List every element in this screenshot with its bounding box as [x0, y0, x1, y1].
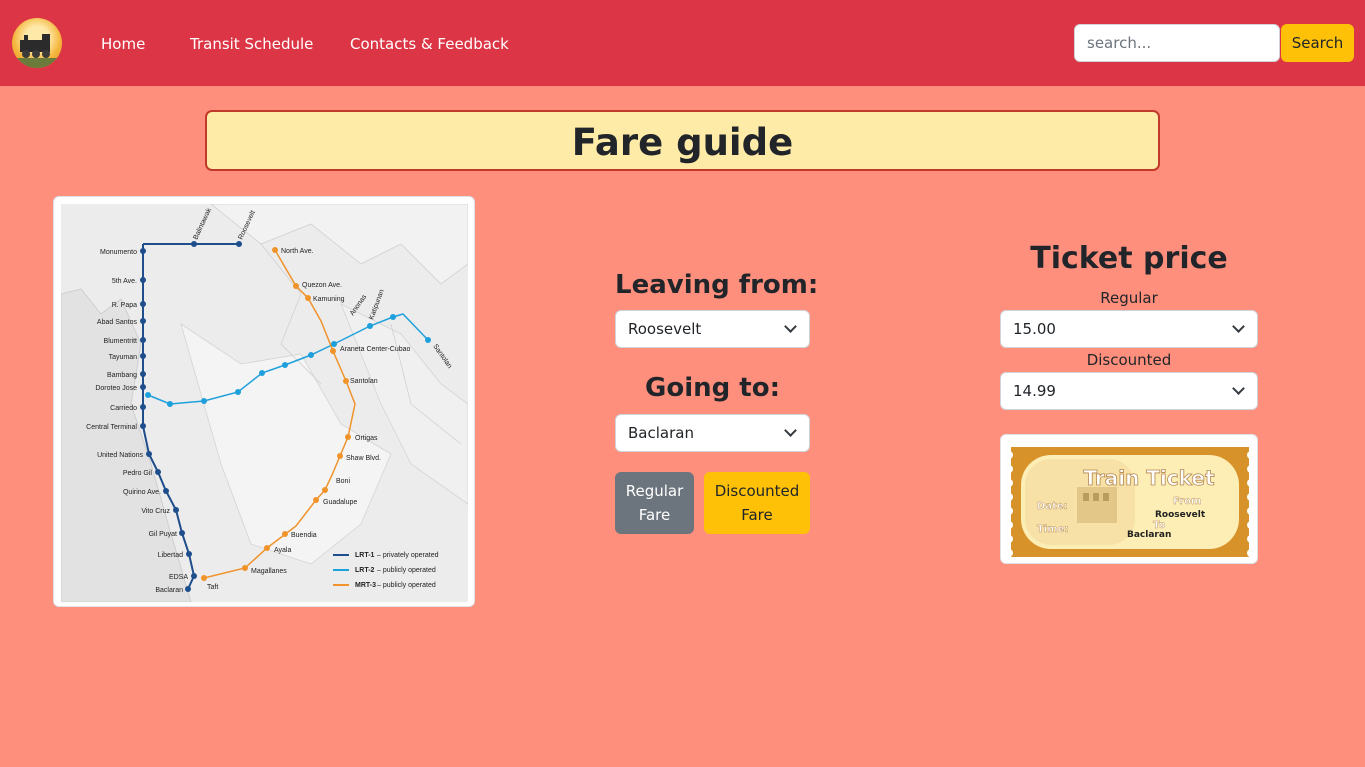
map-label: Taft: [207, 584, 218, 591]
ticket-price-heading: Ticket price: [1030, 241, 1228, 276]
map-label: United Nations: [97, 452, 143, 459]
navbar: Home Transit Schedule Contacts & Feedbac…: [0, 0, 1365, 86]
search-input[interactable]: [1074, 24, 1280, 62]
map-label: Boni: [336, 478, 350, 485]
train-ticket-image: Train Ticket Date: Time: From Roosevelt …: [1007, 447, 1253, 557]
map-label: Baclaran: [155, 587, 183, 594]
train-logo-icon[interactable]: [12, 18, 62, 68]
chevron-down-icon: [1232, 320, 1245, 333]
map-label: Magallanes: [251, 568, 287, 575]
page-title: Fare guide: [571, 121, 794, 164]
regular-price-value: 15.00: [1013, 320, 1056, 338]
search-button[interactable]: Search: [1281, 24, 1354, 62]
map-label: Libertad: [158, 552, 183, 559]
ticket-from-value: Roosevelt: [1155, 510, 1206, 520]
leaving-from-value: Roosevelt: [628, 320, 702, 338]
map-label: Buendia: [291, 532, 317, 539]
map-label: Kamuning: [313, 296, 345, 303]
going-to-select[interactable]: Baclaran: [615, 414, 810, 452]
svg-text:– privately operated: – privately operated: [377, 552, 439, 559]
map-label: Guadalupe: [323, 499, 357, 506]
svg-text:MRT-3: MRT-3: [355, 582, 376, 589]
map-label: Ayala: [274, 547, 291, 554]
ticket-from-label: From: [1173, 496, 1201, 507]
map-label: Doroteo Jose: [95, 385, 137, 392]
regular-price-select[interactable]: 15.00: [1000, 310, 1258, 348]
ticket-time-label: Time:: [1037, 524, 1068, 535]
map-label: Quirino Ave.: [123, 489, 161, 496]
discounted-fare-button[interactable]: Discounted Fare: [704, 472, 810, 534]
chevron-down-icon: [784, 424, 797, 437]
nav-contacts-feedback-link[interactable]: Contacts & Feedback: [350, 34, 509, 54]
map-label: Monumento: [100, 249, 137, 256]
regular-label: Regular: [1100, 289, 1158, 307]
regular-fare-button[interactable]: Regular Fare: [615, 472, 694, 534]
map-label: Quezon Ave.: [302, 282, 342, 289]
map-label: Shaw Blvd.: [346, 455, 381, 462]
nav-transit-schedule-link[interactable]: Transit Schedule: [190, 34, 313, 54]
svg-text:LRT-2: LRT-2: [355, 567, 375, 574]
map-label: EDSA: [169, 574, 188, 581]
map-label: Tayuman: [109, 354, 138, 361]
map-label: Central Terminal: [86, 424, 137, 431]
train-ticket-card: Train Ticket Date: Time: From Roosevelt …: [1000, 434, 1258, 564]
discounted-label: Discounted: [1086, 351, 1172, 369]
map-label: Vito Cruz: [141, 508, 170, 515]
map-label: 5th Ave.: [112, 278, 137, 285]
map-label: Bambang: [107, 372, 137, 379]
transit-map-card: Monumento 5th Ave. R. Papa Abad Santos B…: [53, 196, 475, 607]
map-label: R. Papa: [112, 302, 137, 309]
ticket-date-label: Date:: [1037, 501, 1068, 512]
map-label: Ortigas: [355, 435, 378, 442]
discounted-price-value: 14.99: [1013, 382, 1056, 400]
ticket-title: Train Ticket: [1083, 466, 1215, 490]
map-label: Pedro Gil: [123, 470, 153, 477]
going-to-value: Baclaran: [628, 424, 694, 442]
map-label: Abad Santos: [97, 319, 138, 326]
nav-home-link[interactable]: Home: [101, 34, 145, 54]
leaving-from-select[interactable]: Roosevelt: [615, 310, 810, 348]
ticket-to-value: Baclaran: [1127, 530, 1171, 540]
map-label: Carriedo: [110, 405, 137, 412]
svg-text:LRT-1: LRT-1: [355, 552, 375, 559]
map-label: North Ave.: [281, 248, 314, 255]
chevron-down-icon: [784, 320, 797, 333]
map-label: Blumentritt: [104, 338, 138, 345]
page-title-box: Fare guide: [205, 110, 1160, 171]
map-label: Gil Puyat: [149, 531, 177, 538]
discounted-price-select[interactable]: 14.99: [1000, 372, 1258, 410]
svg-text:– publicly operated: – publicly operated: [377, 582, 436, 589]
leaving-from-label: Leaving from:: [615, 270, 819, 300]
map-label: Araneta Center-Cubao: [340, 346, 411, 353]
going-to-label: Going to:: [645, 373, 780, 403]
chevron-down-icon: [1232, 382, 1245, 395]
svg-text:– publicly operated: – publicly operated: [377, 567, 436, 574]
transit-map: Monumento 5th Ave. R. Papa Abad Santos B…: [61, 204, 468, 602]
map-label: Santolan: [350, 378, 378, 385]
